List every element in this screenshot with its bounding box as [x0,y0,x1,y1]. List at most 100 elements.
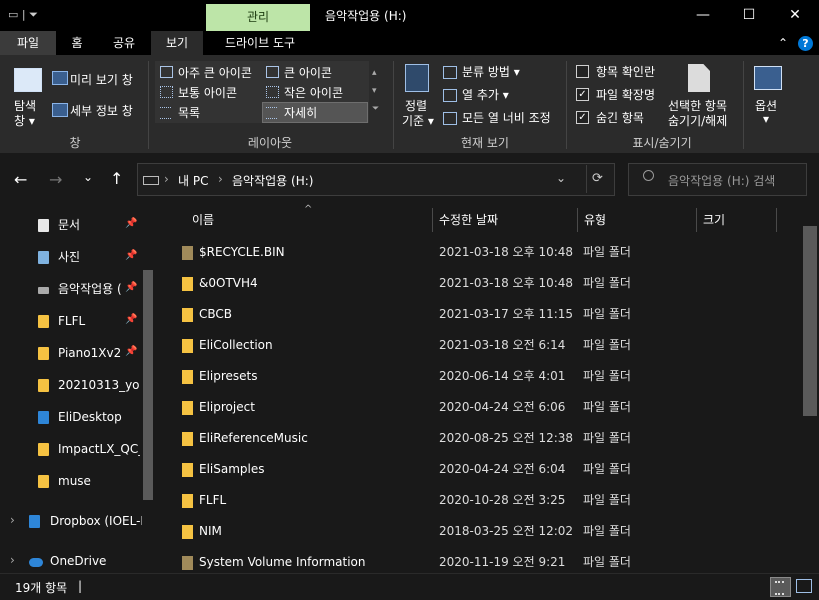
group-by-button[interactable]: 분류 방법 ▾ [462,63,520,80]
layout-medium-icons[interactable]: 보통 아이콘 [178,84,237,101]
sidebar-item[interactable]: ImpactLX_QC_S [58,439,140,459]
refresh-button[interactable]: ⟳ [592,171,603,186]
layout-small-icons[interactable]: 작은 아이콘 [284,84,343,101]
breadcrumb-this-pc[interactable]: 내 PC [178,172,208,189]
sidebar-item[interactable]: Piano1Xv2 [58,343,122,363]
sort-by-dropdown[interactable]: 기준 ▾ [402,112,434,129]
expand-chevron-icon[interactable]: › [10,513,15,527]
address-divider [586,165,587,193]
sidebar-item[interactable]: 사진 [58,247,122,267]
layout-list[interactable]: 목록 [178,104,200,121]
sidebar-item[interactable]: Dropbox (IOEL-K [50,511,142,531]
column-header-size[interactable]: 크기 [703,211,725,228]
close-button[interactable]: ✕ [772,0,818,31]
search-icon [643,170,654,181]
folder-icon [182,432,193,446]
size-all-columns-button[interactable]: 모든 열 너비 조정 [462,109,551,126]
pictures-icon [38,251,49,264]
sidebar-item[interactable]: EliDesktop [58,407,140,427]
item-checkboxes-label[interactable]: 항목 확인란 [596,63,655,80]
layout-scroll-arrows[interactable]: ▴ ▾ ⏷ [372,64,379,118]
address-bar[interactable] [137,163,615,196]
file-extensions-label[interactable]: 파일 확장명 [596,86,655,103]
sidebar-item[interactable]: FLFL [58,311,122,331]
navigation-pane-dropdown[interactable]: 창 ▾ [14,112,35,129]
file-date: 2020-04-24 오전 6:04 [439,462,566,476]
tab-view[interactable]: 보기 [151,31,203,55]
collapse-ribbon-icon[interactable]: ⌃ [778,36,788,50]
large-icons-view-button[interactable] [796,579,812,593]
folder-icon [182,494,193,508]
column-divider[interactable] [776,208,777,232]
options-dropdown[interactable]: ▾ [763,112,769,126]
column-divider[interactable] [577,208,578,232]
add-columns-button[interactable]: 열 추가 ▾ [462,86,509,103]
forward-button[interactable]: → [49,170,62,189]
file-row[interactable]: Elipresets 2020-06-14 오후 4:01 파일 폴더 [180,361,780,392]
file-extensions-checkbox[interactable]: ✓ [576,88,589,101]
file-name: CBCB [199,307,233,321]
hide-selected-label-2[interactable]: 숨기기/해제 [668,112,727,129]
context-tab-manage[interactable]: 관리 [206,4,310,31]
file-row[interactable]: NIM 2018-03-25 오전 12:02 파일 폴더 [180,516,780,547]
column-divider[interactable] [696,208,697,232]
drive-icon [143,176,159,185]
back-button[interactable]: ← [14,170,27,189]
folder-icon [182,277,193,291]
file-list-scrollbar[interactable] [803,226,817,416]
sidebar-item[interactable]: 20210313_yout [58,375,140,395]
hide-selected-icon [688,64,710,92]
hidden-items-label[interactable]: 숨긴 항목 [596,109,644,126]
documents-icon [38,219,49,232]
sidebar-item[interactable]: 음악작업용 ( [58,279,122,299]
file-date: 2020-10-28 오전 3:25 [439,493,566,507]
file-type: 파일 폴더 [583,400,631,414]
layout-large-icons[interactable]: 큰 아이콘 [284,64,332,81]
layout-extra-large-icons[interactable]: 아주 큰 아이콘 [178,64,252,81]
tab-file[interactable]: 파일 [0,31,56,55]
column-header-date[interactable]: 수정한 날짜 [439,211,498,228]
file-row[interactable]: FLFL 2020-10-28 오전 3:25 파일 폴더 [180,485,780,516]
column-header-name[interactable]: 이름 [192,211,214,228]
sidebar-item[interactable]: 문서 [58,215,122,235]
ribbon-separator [148,61,149,149]
search-input[interactable]: 음악작업용 (H:) 검색 [668,172,775,189]
size-columns-icon [443,112,457,125]
tab-home[interactable]: 홈 [60,31,94,55]
file-row[interactable]: EliSamples 2020-04-24 오전 6:04 파일 폴더 [180,454,780,485]
maximize-button[interactable]: ☐ [726,0,772,31]
folder-icon [182,370,193,384]
sidebar-item[interactable]: OneDrive [50,551,142,571]
details-pane-button[interactable]: 세부 정보 창 [70,102,133,119]
item-checkboxes-checkbox[interactable] [576,65,589,78]
file-row[interactable]: &0OTVH4 2021-03-18 오후 10:48 파일 폴더 [180,268,780,299]
column-divider[interactable] [432,208,433,232]
file-row[interactable]: EliReferenceMusic 2020-08-25 오전 12:38 파일 폴… [180,423,780,454]
minimize-button[interactable]: — [680,0,726,31]
breadcrumb-separator[interactable]: › [164,172,169,186]
file-date: 2021-03-18 오후 10:48 [439,276,574,290]
group-label-pane: 창 [69,136,81,150]
file-row[interactable]: $RECYCLE.BIN 2021-03-18 오후 10:48 파일 폴더 [180,237,780,268]
help-icon[interactable]: ? [798,36,813,51]
quick-access-toolbar[interactable]: ▭ | ⏷ [8,8,38,22]
file-row[interactable]: Eliproject 2020-04-24 오전 6:06 파일 폴더 [180,392,780,423]
breadcrumb-drive[interactable]: 음악작업용 (H:) [232,172,313,189]
layout-details[interactable]: 자세히 [284,104,317,121]
sidebar-scrollbar[interactable] [143,270,153,500]
column-header-type[interactable]: 유형 [584,211,606,228]
breadcrumb-separator[interactable]: › [218,172,223,186]
up-button[interactable]: ↑ [110,169,123,188]
address-dropdown-button[interactable]: ⌄ [556,171,566,185]
expand-chevron-icon[interactable]: › [10,553,15,567]
file-row[interactable]: EliCollection 2021-03-18 오전 6:14 파일 폴더 [180,330,780,361]
tab-drive-tools[interactable]: 드라이브 도구 [210,31,310,55]
file-date: 2020-08-25 오전 12:38 [439,431,574,445]
file-row[interactable]: CBCB 2021-03-17 오후 11:15 파일 폴더 [180,299,780,330]
tab-share[interactable]: 공유 [104,31,144,55]
sidebar-item[interactable]: muse [58,471,140,491]
hidden-items-checkbox[interactable]: ✓ [576,111,589,124]
recent-locations-button[interactable]: ⌄ [83,170,93,184]
folder-icon [182,556,193,570]
preview-pane-button[interactable]: 미리 보기 창 [70,71,133,88]
